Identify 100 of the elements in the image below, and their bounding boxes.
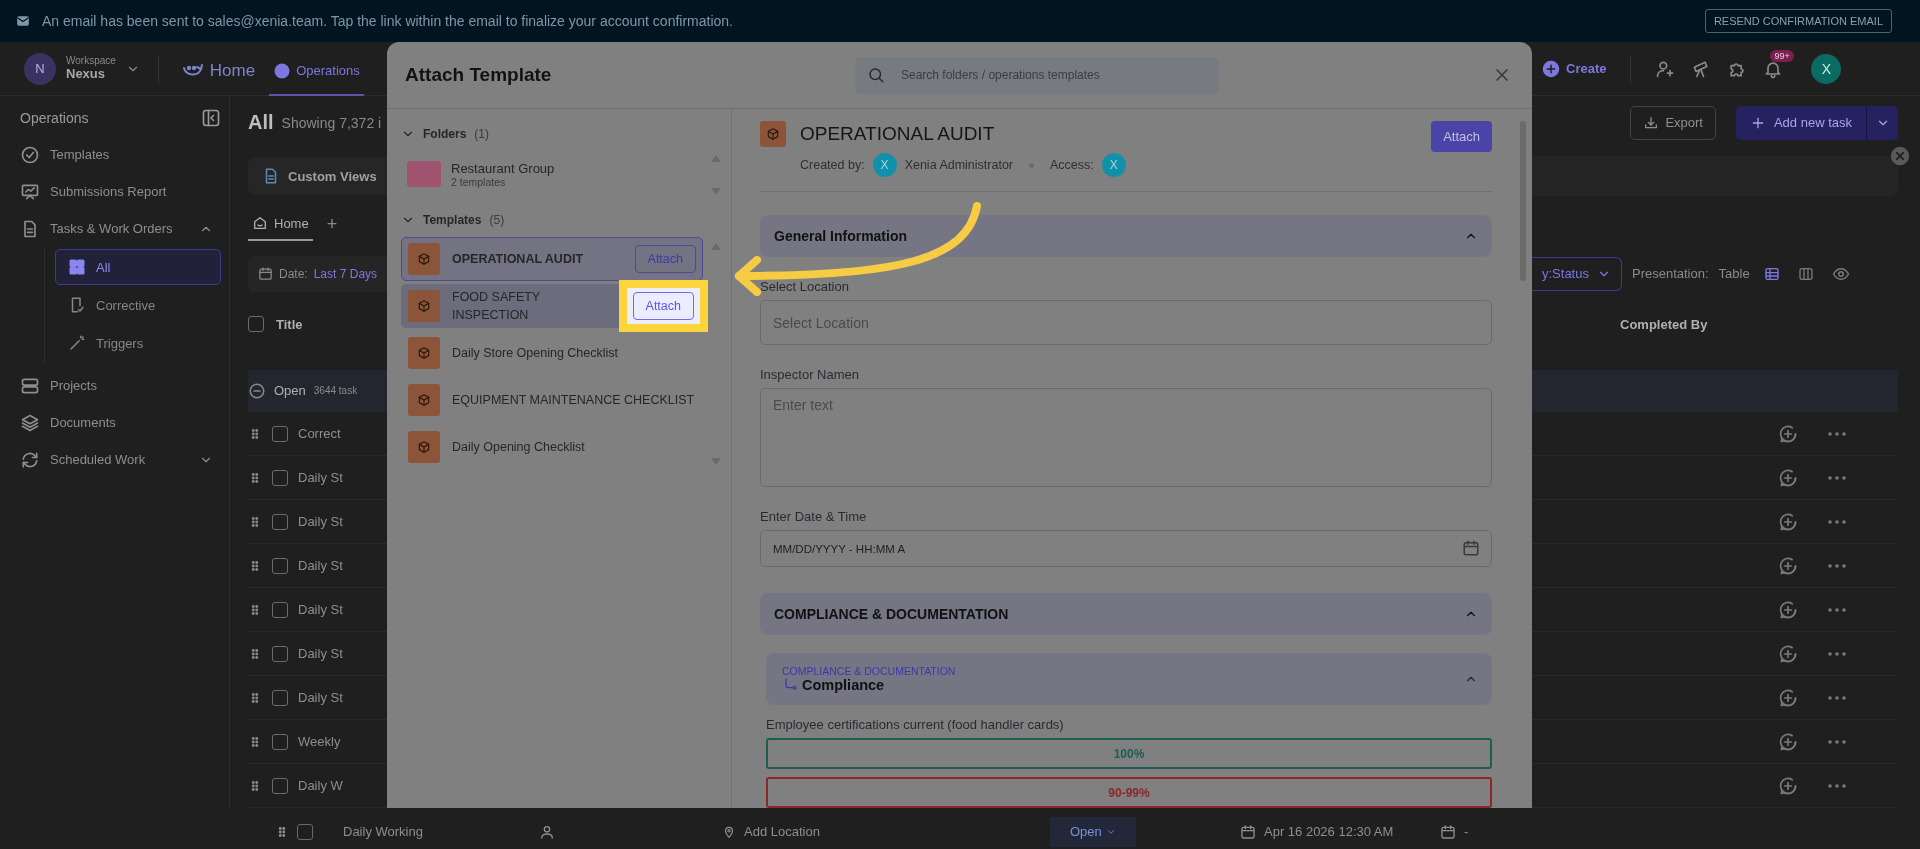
select-all-checkbox[interactable] [248,316,264,333]
task-title[interactable]: Daily St [298,646,343,662]
subsection-header[interactable]: COMPLIANCE & DOCUMENTATION Compliance [766,653,1492,705]
user-avatar[interactable]: X [1811,53,1842,84]
nav-tab[interactable]: Operations [269,47,364,96]
attach-button[interactable]: Attach [632,292,694,320]
search-field[interactable]: Search folders / operations templates [855,56,1219,94]
collapse-group-icon [248,381,266,400]
section-header[interactable]: COMPLIANCE & DOCUMENTATION [760,593,1492,635]
task-title[interactable]: Weekly [298,734,341,750]
workspace-name[interactable]: Nexus [66,66,116,82]
section-header[interactable]: General Information [760,215,1492,257]
cube-icon [417,393,431,407]
more-icon [1828,563,1846,568]
task-title[interactable]: Daily St [298,470,343,486]
template-item[interactable]: Daily Store Opening Checklist [401,331,703,375]
field-label: Enter Date & Time [760,509,868,524]
task-title[interactable]: Correct [298,426,341,442]
search-icon [867,65,885,84]
resend-email-button[interactable]: RESEND CONFIRMATION EMAIL [1704,9,1892,33]
row-checkbox[interactable] [272,513,288,530]
task-title[interactable]: Daily St [298,602,343,618]
export-button[interactable]: Export [1630,105,1716,140]
cube-icon [766,127,780,141]
access-avatar: X [1101,153,1126,177]
template-item[interactable]: Daily Opening Checklist [401,425,703,469]
column-header[interactable]: Title [276,316,303,332]
home-icon [252,215,268,232]
comment-plus-icon [1778,731,1798,752]
cube-icon [417,252,431,266]
template-item[interactable]: OPERATIONAL AUDIT Attach [401,237,703,281]
access-label: Access: [1050,158,1094,172]
row-checkbox[interactable] [297,823,313,840]
group-toggle[interactable]: Templates (5) [401,209,731,231]
row-checkbox[interactable] [272,425,288,442]
sidebar-subitem[interactable]: Triggers [55,325,221,361]
download-icon [1643,114,1660,131]
more-icon [1828,739,1846,744]
create-button[interactable]: Create [1542,59,1607,78]
sidebar-item[interactable]: Templates [20,136,221,173]
row-checkbox[interactable] [272,645,288,662]
task-title[interactable]: Daily St [298,558,343,574]
magic-wand-icon [68,334,86,352]
row-checkbox[interactable] [272,777,288,794]
date-time-field[interactable]: MM/DD/YYYY - HH:MM A [760,530,1492,567]
close-button[interactable] [1890,146,1910,167]
nav-tab[interactable]: Home [176,47,260,96]
pin-icon [722,824,736,839]
row-checkbox[interactable] [272,601,288,618]
group-toggle[interactable]: Folders (1) [401,123,731,145]
sidebar-item[interactable]: Projects [20,367,221,404]
creator-name: Xenia Administrator [904,158,1013,172]
date-filter[interactable]: Date: Last 7 Days [248,255,387,292]
row-checkbox[interactable] [272,469,288,486]
custom-views-bar[interactable]: Custom Views [248,157,387,196]
sidebar-subitem[interactable]: Corrective [55,287,221,323]
more-icon [1828,475,1846,480]
sidebar-item[interactable]: Tasks & Work Orders [20,210,221,247]
columns-icon [1797,265,1814,282]
attach-button[interactable]: Attach [1431,121,1492,152]
folder-subtitle: 2 templates [451,175,507,188]
row-checkbox[interactable] [272,689,288,706]
sidebar-title: Operations [20,110,89,126]
view-tab[interactable]: Home [248,207,313,242]
dialog-title: Attach Template [405,64,553,86]
comment-plus-icon [1778,599,1798,620]
presentation-value[interactable]: Table [1718,266,1750,282]
status-dropdown[interactable]: Open [1050,816,1136,847]
add-location-link[interactable]: Add Location [744,824,820,839]
row-checkbox[interactable] [272,557,288,574]
folder-name[interactable]: Restaurant Group [451,160,555,176]
more-icon [1828,651,1846,656]
more-icon [1828,607,1846,612]
comment-plus-icon [1778,467,1798,488]
template-item[interactable]: EQUIPMENT MAINTENANCE CHECKLIST [401,378,703,422]
layers-icon [20,412,40,433]
item-count: Showing 7,372 i [281,114,382,131]
task-title[interactable]: Daily W [298,778,343,794]
folder-icon [407,161,441,187]
add-tab-button[interactable]: + [322,213,342,235]
add-task-button[interactable]: Add new task [1735,105,1866,140]
comment-plus-icon [1778,687,1798,708]
calendar-icon [1240,823,1256,840]
created-by-label: Created by: [800,158,865,172]
notification-badge: 99+ [1770,49,1794,62]
user-icon [539,823,555,840]
workspace-avatar: N [24,52,56,85]
sidebar-subitem[interactable]: All [55,249,221,285]
sidebar-item[interactable]: Submissions Report [20,173,221,210]
sidebar-item[interactable]: Scheduled Work [20,441,221,478]
sidebar-item[interactable]: Documents [20,404,221,441]
column-header[interactable]: Completed By [1620,316,1708,332]
task-date: Apr 16 2026 12:30 AM [1264,824,1394,839]
field-label: Select Location [760,279,850,294]
task-title[interactable]: Daily St [298,690,343,706]
task-title[interactable]: Daily St [298,514,343,530]
task-title[interactable]: Daily Working [343,824,423,839]
more-icon [1828,431,1846,436]
banner-message: An email has been sent to sales@xenia.team. Tap the link within the email to finalize your account confirmation. [42,13,734,29]
row-checkbox[interactable] [272,733,288,750]
